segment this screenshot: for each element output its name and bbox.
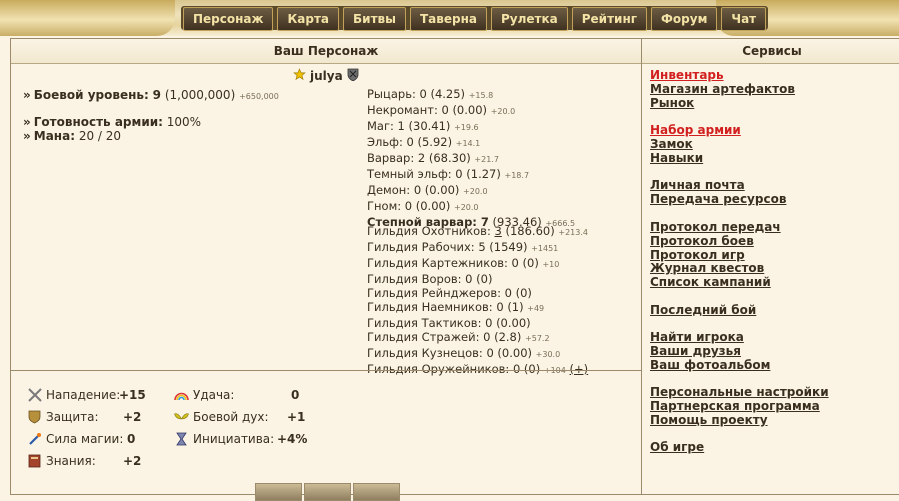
link-transfer-log[interactable]: Протокол передач — [650, 220, 781, 234]
link-private-mail[interactable]: Личная почта — [650, 178, 745, 192]
link-artifact-shop[interactable]: Магазин артефактов — [650, 82, 795, 96]
nav-roulette[interactable]: Рулетка — [491, 7, 568, 31]
nav-map[interactable]: Карта — [277, 7, 340, 31]
link-battle-log[interactable]: Протокол боев — [650, 234, 754, 248]
combat-level: » Боевой уровень: 9 (1,000,000) +650,000 — [23, 88, 279, 102]
faction-row: Темный эльф: 0 (1.27) +18.7 — [367, 167, 530, 181]
army-unit-image[interactable] — [353, 483, 400, 501]
guild-row: Гильдия Стражей: 0 (2.8) +57.2 — [367, 330, 550, 344]
link-photo-album[interactable]: Ваш фотоальбом — [650, 358, 770, 372]
guild-row: Гильдия Воров: 0 (0) — [367, 272, 493, 286]
attr-luck: Удача: 0 — [174, 387, 299, 402]
rainbow-icon — [174, 387, 189, 402]
guild-list: Гильдия Охотников: 3 (186.60) +213.4 Гил… — [367, 224, 588, 378]
link-inventory[interactable]: Инвентарь — [650, 68, 724, 82]
link-transfer-resources[interactable]: Передача ресурсов — [650, 192, 786, 206]
attr-initiative: Инициатива: +4% — [174, 431, 307, 446]
nav-battles[interactable]: Битвы — [343, 7, 406, 31]
link-skills[interactable]: Навыки — [650, 151, 703, 165]
magic-wand-icon — [27, 431, 42, 446]
faction-row: Гном: 0 (0.00) +20.0 — [367, 199, 479, 213]
army-readiness: » Готовность армии: 100% — [23, 115, 202, 129]
character-panel-title: Ваш Персонаж — [11, 39, 641, 64]
nav-rating[interactable]: Рейтинг — [571, 7, 648, 31]
clan-emblem-icon[interactable] — [347, 68, 359, 84]
section-divider — [11, 370, 641, 371]
nav-character[interactable]: Персонаж — [183, 7, 274, 31]
main-nav: Персонаж Карта Битвы Таверна Рулетка Рей… — [181, 6, 769, 31]
guild-row: Гильдия Кузнецов: 0 (0.00) +30.0 — [367, 346, 561, 360]
star-icon — [293, 68, 306, 84]
services-panel-title: Сервисы — [642, 39, 899, 64]
nav-tavern[interactable]: Таверна — [410, 7, 487, 31]
link-game-log[interactable]: Протокол игр — [650, 248, 745, 262]
attr-morale: Боевой дух: +1 — [174, 409, 305, 424]
attr-attack: Нападение: +15 — [27, 387, 146, 402]
guild-armorers-plus-link[interactable]: (+) — [570, 362, 589, 376]
ornament-left — [0, 0, 175, 36]
character-name: julya — [293, 68, 359, 84]
army-unit-image[interactable] — [304, 483, 351, 501]
faction-row: Рыцарь: 0 (4.25) +15.8 — [367, 87, 494, 101]
book-icon — [27, 453, 42, 468]
army-thumbnails — [255, 483, 400, 501]
attr-defense: Защита: +2 — [27, 409, 141, 424]
attr-spellpower: Сила магии: 0 — [27, 431, 135, 446]
faction-row: Маг: 1 (30.41) +19.6 — [367, 119, 479, 133]
link-personal-settings[interactable]: Персональные настройки — [650, 385, 829, 399]
top-bar: Персонаж Карта Битвы Таверна Рулетка Рей… — [0, 0, 899, 36]
guild-row: Гильдия Рейнджеров: 0 (0) — [367, 286, 532, 300]
shield-icon — [27, 409, 42, 424]
faction-row: Варвар: 2 (68.30) +21.7 — [367, 151, 499, 165]
link-quest-journal[interactable]: Журнал квестов — [650, 261, 764, 275]
guild-row: Гильдия Картежников: 0 (0) +10 — [367, 256, 560, 270]
character-panel: Ваш Персонаж julya » Боевой уровень: 9 (1… — [10, 38, 642, 501]
character-name-text[interactable]: julya — [310, 69, 343, 83]
guild-hunters-level-link[interactable]: 3 — [495, 224, 502, 238]
link-help-project[interactable]: Помощь проекту — [650, 413, 768, 427]
nav-forum[interactable]: Форум — [651, 7, 718, 31]
army-unit-image[interactable] — [255, 483, 302, 501]
faction-row: Эльф: 0 (5.92) +14.1 — [367, 135, 481, 149]
crossed-swords-icon — [27, 387, 42, 402]
hourglass-icon — [174, 431, 189, 446]
link-friends[interactable]: Ваши друзья — [650, 344, 741, 358]
link-market[interactable]: Рынок — [650, 96, 694, 110]
link-partner-program[interactable]: Партнерская программа — [650, 399, 820, 413]
attr-knowledge: Знания: +2 — [27, 453, 141, 468]
services-panel: Сервисы Инвентарь Магазин артефактов Рын… — [641, 38, 899, 495]
guild-row: Гильдия Наемников: 0 (1) +49 — [367, 300, 545, 314]
faction-list: Рыцарь: 0 (4.25) +15.8 Некромант: 0 (0.0… — [367, 87, 575, 231]
link-about-game[interactable]: Об игре — [650, 440, 704, 454]
guild-row: Гильдия Тактиков: 0 (0.00) — [367, 316, 531, 330]
wings-icon — [174, 409, 189, 424]
link-last-battle[interactable]: Последний бой — [650, 303, 756, 317]
link-find-player[interactable]: Найти игрока — [650, 330, 744, 344]
link-castle[interactable]: Замок — [650, 137, 693, 151]
nav-chat[interactable]: Чат — [721, 7, 767, 31]
faction-row: Некромант: 0 (0.00) +20.0 — [367, 103, 516, 117]
mana: » Мана: 20 / 20 — [23, 129, 122, 143]
link-campaign-list[interactable]: Список кампаний — [650, 275, 771, 289]
guild-row: Гильдия Рабочих: 5 (1549) +1451 — [367, 240, 559, 254]
faction-row: Демон: 0 (0.00) +20.0 — [367, 183, 488, 197]
guild-row: Гильдия Охотников: 3 (186.60) +213.4 — [367, 224, 588, 238]
link-recruit-army[interactable]: Набор армии — [650, 123, 741, 137]
